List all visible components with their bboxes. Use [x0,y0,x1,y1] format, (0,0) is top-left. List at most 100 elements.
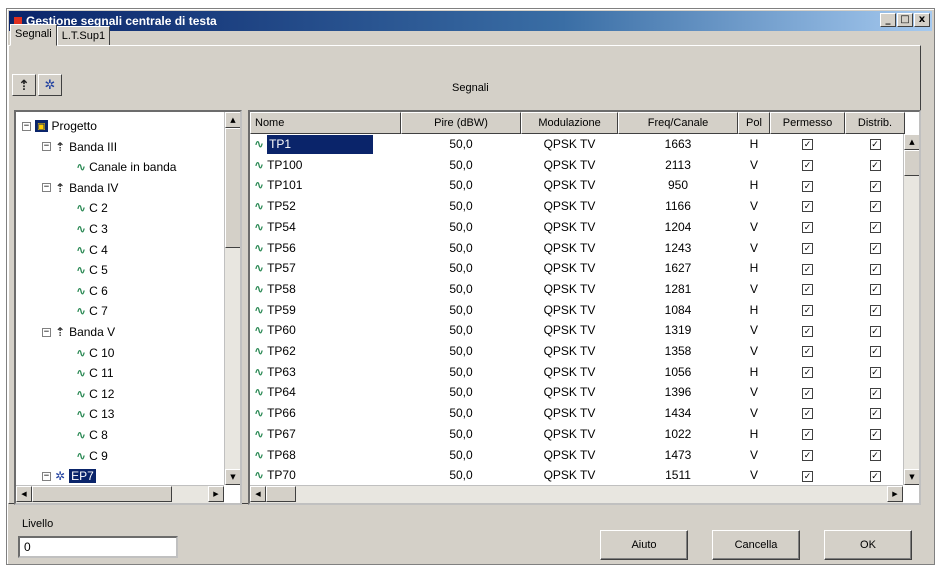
table-row[interactable]: ∿ TP58 50,0 QPSK TV 1281 V ✓ ✓ [250,280,905,299]
table-row[interactable]: ∿ TP62 50,0 QPSK TV 1358 V ✓ ✓ [250,342,905,361]
cell-nome[interactable]: ∿ TP58 [250,280,401,299]
table-row[interactable]: ∿ TP66 50,0 QPSK TV 1434 V ✓ ✓ [250,404,905,423]
table-row[interactable]: ∿ TP1 50,0 QPSK TV 1663 H ✓ ✓ [250,135,905,154]
checkbox[interactable]: ✓ [802,470,813,482]
help-button[interactable]: Aiuto [600,530,688,560]
tree-item[interactable]: ∿ C 5 [76,260,108,280]
table-row[interactable]: ∿ TP54 50,0 QPSK TV 1204 V ✓ ✓ [250,218,905,237]
cell-nome[interactable]: ∿ TP101 [250,176,401,195]
checkbox[interactable]: ✓ [802,304,813,316]
scroll-down-button[interactable]: ▼ [225,469,240,485]
checkbox[interactable]: ✓ [802,284,813,296]
tree-item[interactable]: ∿ C 10 [76,343,114,363]
livello-input[interactable] [18,536,178,558]
scroll-left-button[interactable]: ◀ [250,486,266,502]
signal-tree[interactable]: − ▣ Progetto − ⇡ Banda III ∿ Canale in banda − ⇡ B… [14,110,242,505]
cell-nome[interactable]: ∿ TP66 [250,404,401,423]
cell-nome[interactable]: ∿ TP59 [250,301,401,320]
checkbox[interactable]: ✓ [802,180,813,192]
grid-horizontal-scrollbar[interactable]: ◀ ▶ [250,485,903,503]
title-bar[interactable]: Gestione segnali centrale di testa _ □ x [9,11,932,31]
close-button[interactable]: x [914,13,930,27]
tab-segnali[interactable]: Segnali [10,24,57,46]
tree-item[interactable]: ∿ C 12 [76,384,114,404]
checkbox[interactable]: ✓ [802,139,813,151]
tree-item[interactable]: − ▣ Progetto [22,116,97,136]
tree-item[interactable]: ∿ C 6 [76,281,108,301]
cell-nome[interactable]: ∿ TP100 [250,156,401,175]
column-header-modulazione[interactable]: Modulazione [521,112,618,134]
table-row[interactable]: ∿ TP63 50,0 QPSK TV 1056 H ✓ ✓ [250,363,905,382]
tree-horizontal-scrollbar[interactable]: ◀ ▶ [16,485,224,503]
ok-button[interactable]: OK [824,530,912,560]
checkbox[interactable]: ✓ [869,387,881,399]
cell-nome[interactable]: ∿ TP70 [250,466,401,485]
maximize-button[interactable]: □ [897,13,913,27]
checkbox[interactable]: ✓ [869,346,881,358]
table-row[interactable]: ∿ TP67 50,0 QPSK TV 1022 H ✓ ✓ [250,425,905,444]
collapse-toggle[interactable]: − [42,471,51,481]
scroll-thumb[interactable] [225,128,240,248]
table-row[interactable]: ∿ TP70 50,0 QPSK TV 1511 V ✓ ✓ [250,466,905,485]
checkbox[interactable]: ✓ [869,304,881,316]
tree-item[interactable]: ∿ C 13 [76,404,114,424]
table-row[interactable]: ∿ TP56 50,0 QPSK TV 1243 V ✓ ✓ [250,239,905,258]
checkbox[interactable]: ✓ [802,449,813,461]
cell-nome[interactable]: ∿ TP63 [250,363,401,382]
tree-item[interactable]: ∿ C 11 [76,363,114,383]
scroll-thumb[interactable] [904,150,919,176]
checkbox[interactable]: ✓ [802,242,813,254]
cell-nome[interactable]: ∿ TP1 [250,135,401,154]
tree-item[interactable]: ∿ C 4 [76,240,108,260]
tree-vertical-scrollbar[interactable]: ▲ ▼ [224,112,240,485]
cell-nome[interactable]: ∿ TP67 [250,425,401,444]
collapse-toggle[interactable]: − [42,327,51,337]
checkbox[interactable]: ✓ [869,367,881,379]
checkbox[interactable]: ✓ [869,325,881,337]
scroll-up-button[interactable]: ▲ [904,134,919,150]
checkbox[interactable]: ✓ [869,429,881,441]
tree-item[interactable]: − ⇡ Banda III [42,137,117,157]
checkbox[interactable]: ✓ [802,201,813,213]
checkbox[interactable]: ✓ [869,242,881,254]
cell-nome[interactable]: ∿ TP60 [250,321,401,340]
tree-item[interactable]: ∿ C 7 [76,301,108,321]
checkbox[interactable]: ✓ [802,222,813,234]
column-header-pol[interactable]: Pol [738,112,770,134]
column-header-nome[interactable]: Nome [250,112,401,134]
minimize-button[interactable]: _ [880,13,896,27]
tree-item[interactable]: ∿ C 2 [76,198,108,218]
table-row[interactable]: ∿ TP59 50,0 QPSK TV 1084 H ✓ ✓ [250,301,905,320]
checkbox[interactable]: ✓ [802,160,813,172]
checkbox[interactable]: ✓ [802,263,813,275]
checkbox[interactable]: ✓ [802,346,813,358]
checkbox[interactable]: ✓ [869,263,881,275]
table-row[interactable]: ∿ TP101 50,0 QPSK TV 950 H ✓ ✓ [250,176,905,195]
scroll-up-button[interactable]: ▲ [225,112,240,128]
checkbox[interactable]: ✓ [869,449,881,461]
checkbox[interactable]: ✓ [802,408,813,420]
column-header-distrib[interactable]: Distrib. [845,112,905,134]
cell-nome[interactable]: ∿ TP52 [250,197,401,216]
cell-nome[interactable]: ∿ TP68 [250,446,401,465]
cell-nome[interactable]: ∿ TP54 [250,218,401,237]
scroll-thumb[interactable] [266,486,296,502]
cell-nome[interactable]: ∿ TP56 [250,239,401,258]
table-row[interactable]: ∿ TP64 50,0 QPSK TV 1396 V ✓ ✓ [250,383,905,402]
collapse-toggle[interactable]: − [42,183,51,193]
cell-nome[interactable]: ∿ TP64 [250,383,401,402]
scroll-left-button[interactable]: ◀ [16,486,32,502]
cell-nome[interactable]: ∿ TP62 [250,342,401,361]
tree-item[interactable]: − ⇡ Banda IV [42,178,118,198]
tab-lt-sup1[interactable]: L.T.Sup1 [56,26,111,46]
column-header-freq[interactable]: Freq/Canale [618,112,738,134]
checkbox[interactable]: ✓ [869,160,881,172]
table-row[interactable]: ∿ TP68 50,0 QPSK TV 1473 V ✓ ✓ [250,446,905,465]
table-row[interactable]: ∿ TP100 50,0 QPSK TV 2113 V ✓ ✓ [250,156,905,175]
checkbox[interactable]: ✓ [869,180,881,192]
tree-item[interactable]: − ✲ EP7 [42,466,96,486]
checkbox[interactable]: ✓ [869,201,881,213]
tree-item[interactable]: − ⇡ Banda V [42,322,115,342]
checkbox[interactable]: ✓ [869,222,881,234]
scroll-down-button[interactable]: ▼ [904,469,919,485]
